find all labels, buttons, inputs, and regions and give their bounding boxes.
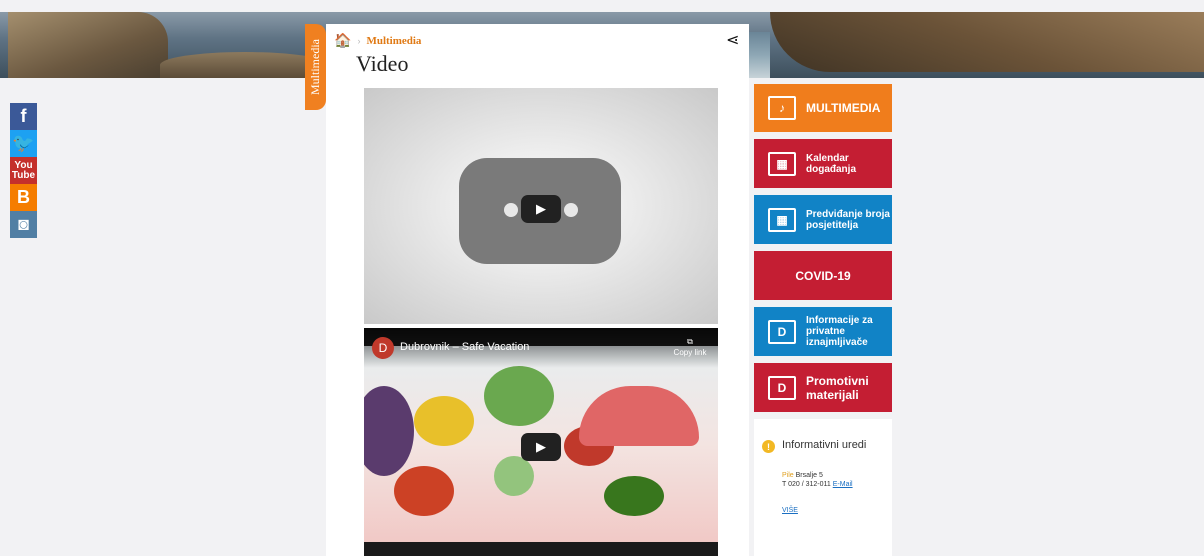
info-title: Informativni uredi (782, 439, 867, 451)
office-phone: T 020 / 312-011 (782, 481, 831, 488)
tile-label: Promotivni materijali (806, 373, 869, 402)
tile-label: COVID-19 (795, 268, 851, 283)
banner-rock-left (8, 12, 168, 78)
page-title: Video (356, 51, 409, 76)
breadcrumb-current[interactable]: Multimedia (366, 35, 421, 47)
section-tag: Multimedia (305, 24, 326, 110)
info-address: Pile Brsalje 5 T 020 / 312-011 E-Mail (782, 471, 853, 489)
banner-rock-right (770, 12, 1204, 72)
instagram-icon[interactable]: ◙ (10, 211, 37, 238)
tile-label: Informacije za privatne iznajmljivače (806, 315, 873, 348)
placeholder-dot (564, 203, 578, 217)
play-icon[interactable]: ▶ (521, 433, 561, 461)
more-link[interactable]: VIŠE (782, 507, 798, 514)
tile-visitor-forecast[interactable]: ▦ Predviđanje broja posjetitelja (754, 195, 892, 244)
tile-label: MULTIMEDIA (806, 100, 881, 115)
channel-avatar[interactable]: D (372, 337, 394, 359)
office-location: Pile (782, 472, 794, 479)
tile-label: Predviđanje broja posjetitelja (806, 208, 890, 231)
copy-link-label: Copy link (673, 348, 707, 357)
share-icon[interactable]: ⋖ (726, 30, 739, 50)
tile-label: Kalendar događanja (806, 152, 857, 175)
thumbnail-watermelon (579, 386, 699, 446)
twitter-icon[interactable]: 🐦 (10, 130, 37, 157)
info-offices-box: ! Informativni uredi Pile Brsalje 5 T 02… (754, 419, 892, 556)
thumbnail-berries (394, 466, 454, 516)
home-icon[interactable]: 🏠 (334, 32, 351, 49)
breadcrumb: 🏠 › Multimedia (334, 32, 421, 49)
email-link[interactable]: E-Mail (833, 481, 853, 488)
tile-promo-materials[interactable]: D Promotivni materijali (754, 363, 892, 412)
d-logo-icon: D (768, 319, 796, 344)
tile-multimedia[interactable]: ♪ MULTIMEDIA (754, 84, 892, 132)
thumbnail-eggplant (364, 386, 414, 476)
multimedia-icon: ♪ (768, 96, 796, 120)
youtube-icon[interactable]: You Tube (10, 157, 37, 184)
thumbnail-greens (484, 366, 554, 426)
d-logo-icon: D (768, 375, 796, 400)
video-title[interactable]: Dubrovnik – Safe Vacation (400, 341, 529, 353)
calendar-icon: ▦ (768, 207, 796, 232)
tile-private-renters[interactable]: D Informacije za privatne iznajmljivače (754, 307, 892, 356)
breadcrumb-separator: › (357, 35, 361, 46)
blogger-icon[interactable]: B (10, 184, 37, 211)
copy-icon: ⧉ (687, 337, 693, 346)
thumbnail-pepper (414, 396, 474, 446)
calendar-icon: ▦ (768, 151, 796, 176)
copy-link-button[interactable]: ⧉ Copy link (670, 336, 710, 358)
play-icon[interactable]: ▶ (521, 195, 561, 223)
side-menu: ♪ MULTIMEDIA ▦ Kalendar događanja ▦ Pred… (754, 84, 892, 419)
thumbnail-parsley (604, 476, 664, 516)
social-bar: f 🐦 You Tube B ◙ (10, 103, 37, 238)
info-icon: ! (762, 440, 775, 453)
placeholder-dot (504, 203, 518, 217)
video-player-2[interactable]: D Dubrovnik – Safe Vacation ⧉ Copy link … (364, 328, 718, 556)
video-player-1[interactable]: ▶ (364, 88, 718, 324)
tile-covid[interactable]: COVID-19 (754, 251, 892, 300)
facebook-icon[interactable]: f (10, 103, 37, 130)
tile-calendar[interactable]: ▦ Kalendar događanja (754, 139, 892, 188)
thumbnail-pear (494, 456, 534, 496)
office-street: Brsalje 5 (795, 472, 823, 479)
